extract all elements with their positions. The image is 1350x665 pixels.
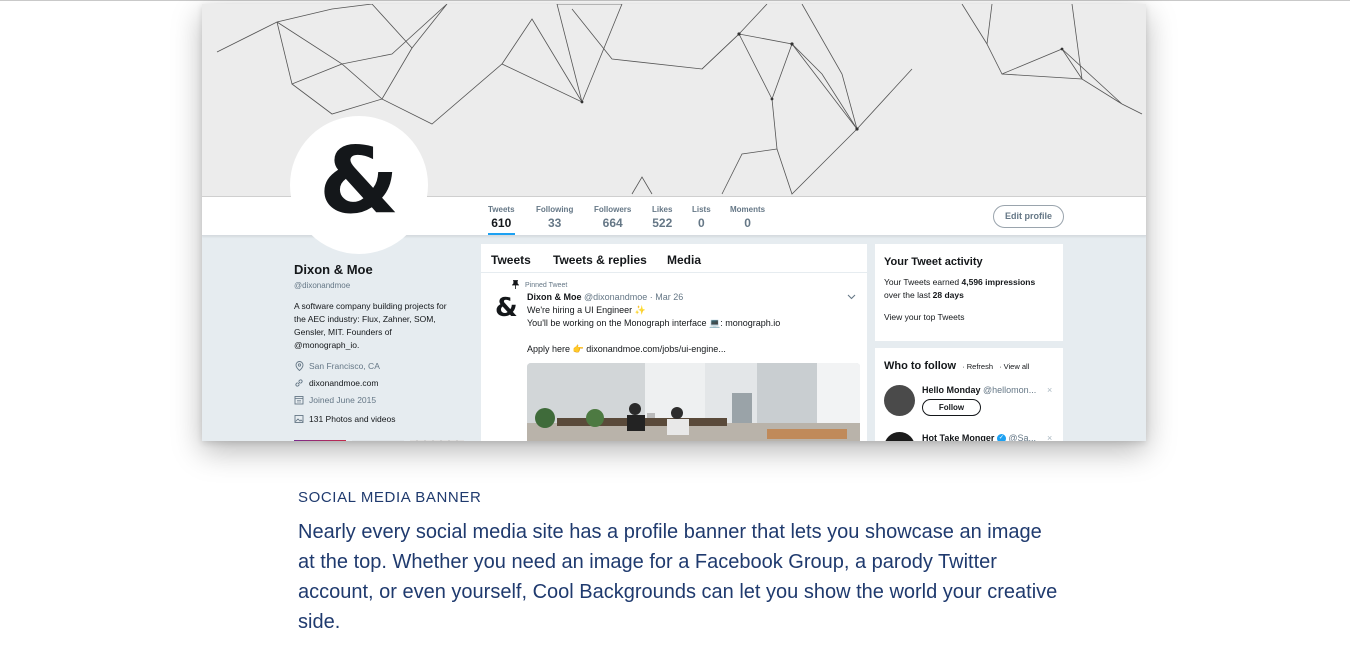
photo-thumbnail[interactable]	[410, 440, 464, 441]
stat-lists[interactable]: Lists 0	[692, 205, 711, 230]
tweet-date[interactable]: · Mar 26	[650, 292, 684, 302]
image-icon	[294, 414, 304, 424]
activity-text: over the last	[884, 290, 933, 300]
photo-thumbnails	[294, 440, 474, 441]
stat-value: 664	[602, 216, 623, 230]
suggested-account[interactable]: Hello Monday @hellomon...	[922, 385, 1036, 395]
stat-label: Likes	[652, 205, 673, 214]
view-top-tweets-link[interactable]: View your top Tweets	[884, 312, 1063, 322]
caption-body: Nearly every social media site has a pro…	[298, 521, 1058, 633]
dismiss-icon[interactable]: ×	[1047, 433, 1052, 441]
bio-line: Gensler, MIT. Founders of	[294, 327, 392, 337]
impressions-count: 4,596 impressions	[961, 277, 1036, 287]
stat-label: Tweets	[488, 205, 515, 214]
stat-label: Following	[536, 205, 574, 214]
who-to-follow-card: Who to follow · Refresh · View all Hello…	[875, 348, 1063, 441]
dismiss-icon[interactable]: ×	[1047, 385, 1052, 395]
tweet-text-line: We're hiring a UI Engineer ✨	[527, 305, 646, 315]
stat-value: 0	[744, 216, 751, 230]
location-text: San Francisco, CA	[309, 361, 380, 371]
profile-bio: A software company building projects for…	[294, 300, 474, 352]
verified-badge-icon: ✓	[996, 434, 1006, 441]
stat-label: Moments	[730, 205, 766, 214]
profile-photos-link[interactable]: 131 Photos and videos	[294, 414, 474, 424]
photo-thumbnail[interactable]	[352, 440, 404, 441]
bio-line: A software company building projects for	[294, 301, 447, 311]
photos-count[interactable]: 131 Photos and videos	[309, 414, 395, 424]
who-to-follow-header: Who to follow · Refresh · View all	[884, 360, 1029, 372]
twitter-profile-screenshot: Tweets 610 Following 33 Followers 664 Li…	[202, 4, 1146, 441]
bio-line: the AEC industry: Flux, Zahner, SOM,	[294, 314, 436, 324]
profile-location: San Francisco, CA	[294, 361, 474, 371]
profile-card: Dixon & Moe @dixonandmoe A software comp…	[294, 262, 474, 441]
location-pin-icon	[294, 361, 304, 371]
tweet-activity-card: Your Tweet activity Your Tweets earned 4…	[875, 244, 1063, 341]
account-handle: @Sa...	[1008, 433, 1037, 441]
refresh-link[interactable]: · Refresh	[962, 362, 993, 371]
activity-text: Your Tweets earned	[884, 277, 962, 287]
tweet-author-handle[interactable]: @dixonandmoe	[584, 292, 647, 302]
stat-value: 0	[697, 216, 705, 230]
view-all-link[interactable]: · View all	[999, 362, 1029, 371]
tweet-timeline: Tweets Tweets & replies Media Pinned Twe…	[481, 244, 867, 441]
account-name[interactable]: Hot Take Monger	[922, 433, 994, 441]
profile-website[interactable]: dixonandmoe.com	[294, 378, 474, 388]
stat-likes[interactable]: Likes 522	[652, 205, 672, 230]
stat-label: Lists	[692, 205, 711, 214]
tab-tweets-replies[interactable]: Tweets & replies	[553, 253, 647, 267]
stat-label: Followers	[594, 205, 632, 214]
chevron-down-icon[interactable]	[847, 292, 856, 302]
profile-joined: Joined June 2015	[294, 395, 474, 405]
avatar-ampersand-logo: &	[318, 127, 400, 234]
feature-caption: SOCIAL MEDIA BANNER Nearly every social …	[298, 489, 1058, 637]
joined-text: Joined June 2015	[309, 395, 377, 405]
tab-media[interactable]: Media	[667, 253, 701, 267]
stat-value: 522	[652, 216, 673, 230]
account-name[interactable]: Hello Monday	[922, 385, 981, 395]
stat-moments[interactable]: Moments 0	[730, 205, 765, 230]
caption-title: SOCIAL MEDIA BANNER	[298, 489, 482, 506]
activity-title: Your Tweet activity	[884, 256, 983, 268]
pinned-text: Pinned Tweet	[525, 282, 568, 289]
activity-summary: Your Tweets earned 4,596 impressions ove…	[884, 276, 1063, 302]
profile-avatar[interactable]: &	[290, 116, 428, 254]
tweet-author-avatar[interactable]: &	[495, 293, 518, 323]
tab-tweets[interactable]: Tweets	[491, 253, 531, 267]
suggested-account-avatar[interactable]	[884, 385, 915, 416]
suggested-account-avatar[interactable]	[884, 432, 915, 441]
profile-name[interactable]: Dixon & Moe	[294, 262, 474, 277]
timeline-tabs: Tweets Tweets & replies Media	[481, 244, 867, 273]
suggested-account[interactable]: Hot Take Monger ✓ @Sa...	[922, 433, 1036, 441]
calendar-icon	[294, 395, 304, 405]
edit-profile-button[interactable]: Edit profile	[993, 205, 1064, 228]
pinned-tweet-label: Pinned Tweet	[511, 280, 568, 291]
tweet-author-name[interactable]: Dixon & Moe	[527, 292, 582, 302]
pin-icon	[511, 280, 520, 291]
bio-line: @monograph_io.	[294, 340, 360, 350]
account-handle: @hellomon...	[983, 385, 1037, 395]
tweet-photo-office[interactable]	[527, 363, 860, 441]
website-link[interactable]: dixonandmoe.com	[309, 378, 378, 388]
link-icon	[294, 378, 304, 388]
follow-button[interactable]: Follow	[922, 399, 981, 416]
stat-tweets[interactable]: Tweets 610	[488, 205, 515, 235]
profile-handle[interactable]: @dixonandmoe	[294, 281, 474, 290]
period-days: 28 days	[932, 290, 964, 300]
tweet-header: Dixon & Moe @dixonandmoe · Mar 26	[527, 292, 683, 302]
office-photo-illustration	[527, 363, 860, 441]
tweet-text-line[interactable]: Apply here 👉 dixonandmoe.com/jobs/ui-eng…	[527, 344, 726, 355]
tweet-text-line: You'll be working on the Monograph inter…	[527, 318, 781, 328]
who-to-follow-title: Who to follow	[884, 360, 957, 372]
top-border	[0, 0, 1350, 3]
stat-value: 33	[547, 216, 562, 230]
photo-thumbnail[interactable]	[294, 440, 346, 441]
stat-followers[interactable]: Followers 664	[594, 205, 631, 230]
stat-following[interactable]: Following 33	[536, 205, 573, 230]
stat-value: 610	[491, 216, 512, 230]
